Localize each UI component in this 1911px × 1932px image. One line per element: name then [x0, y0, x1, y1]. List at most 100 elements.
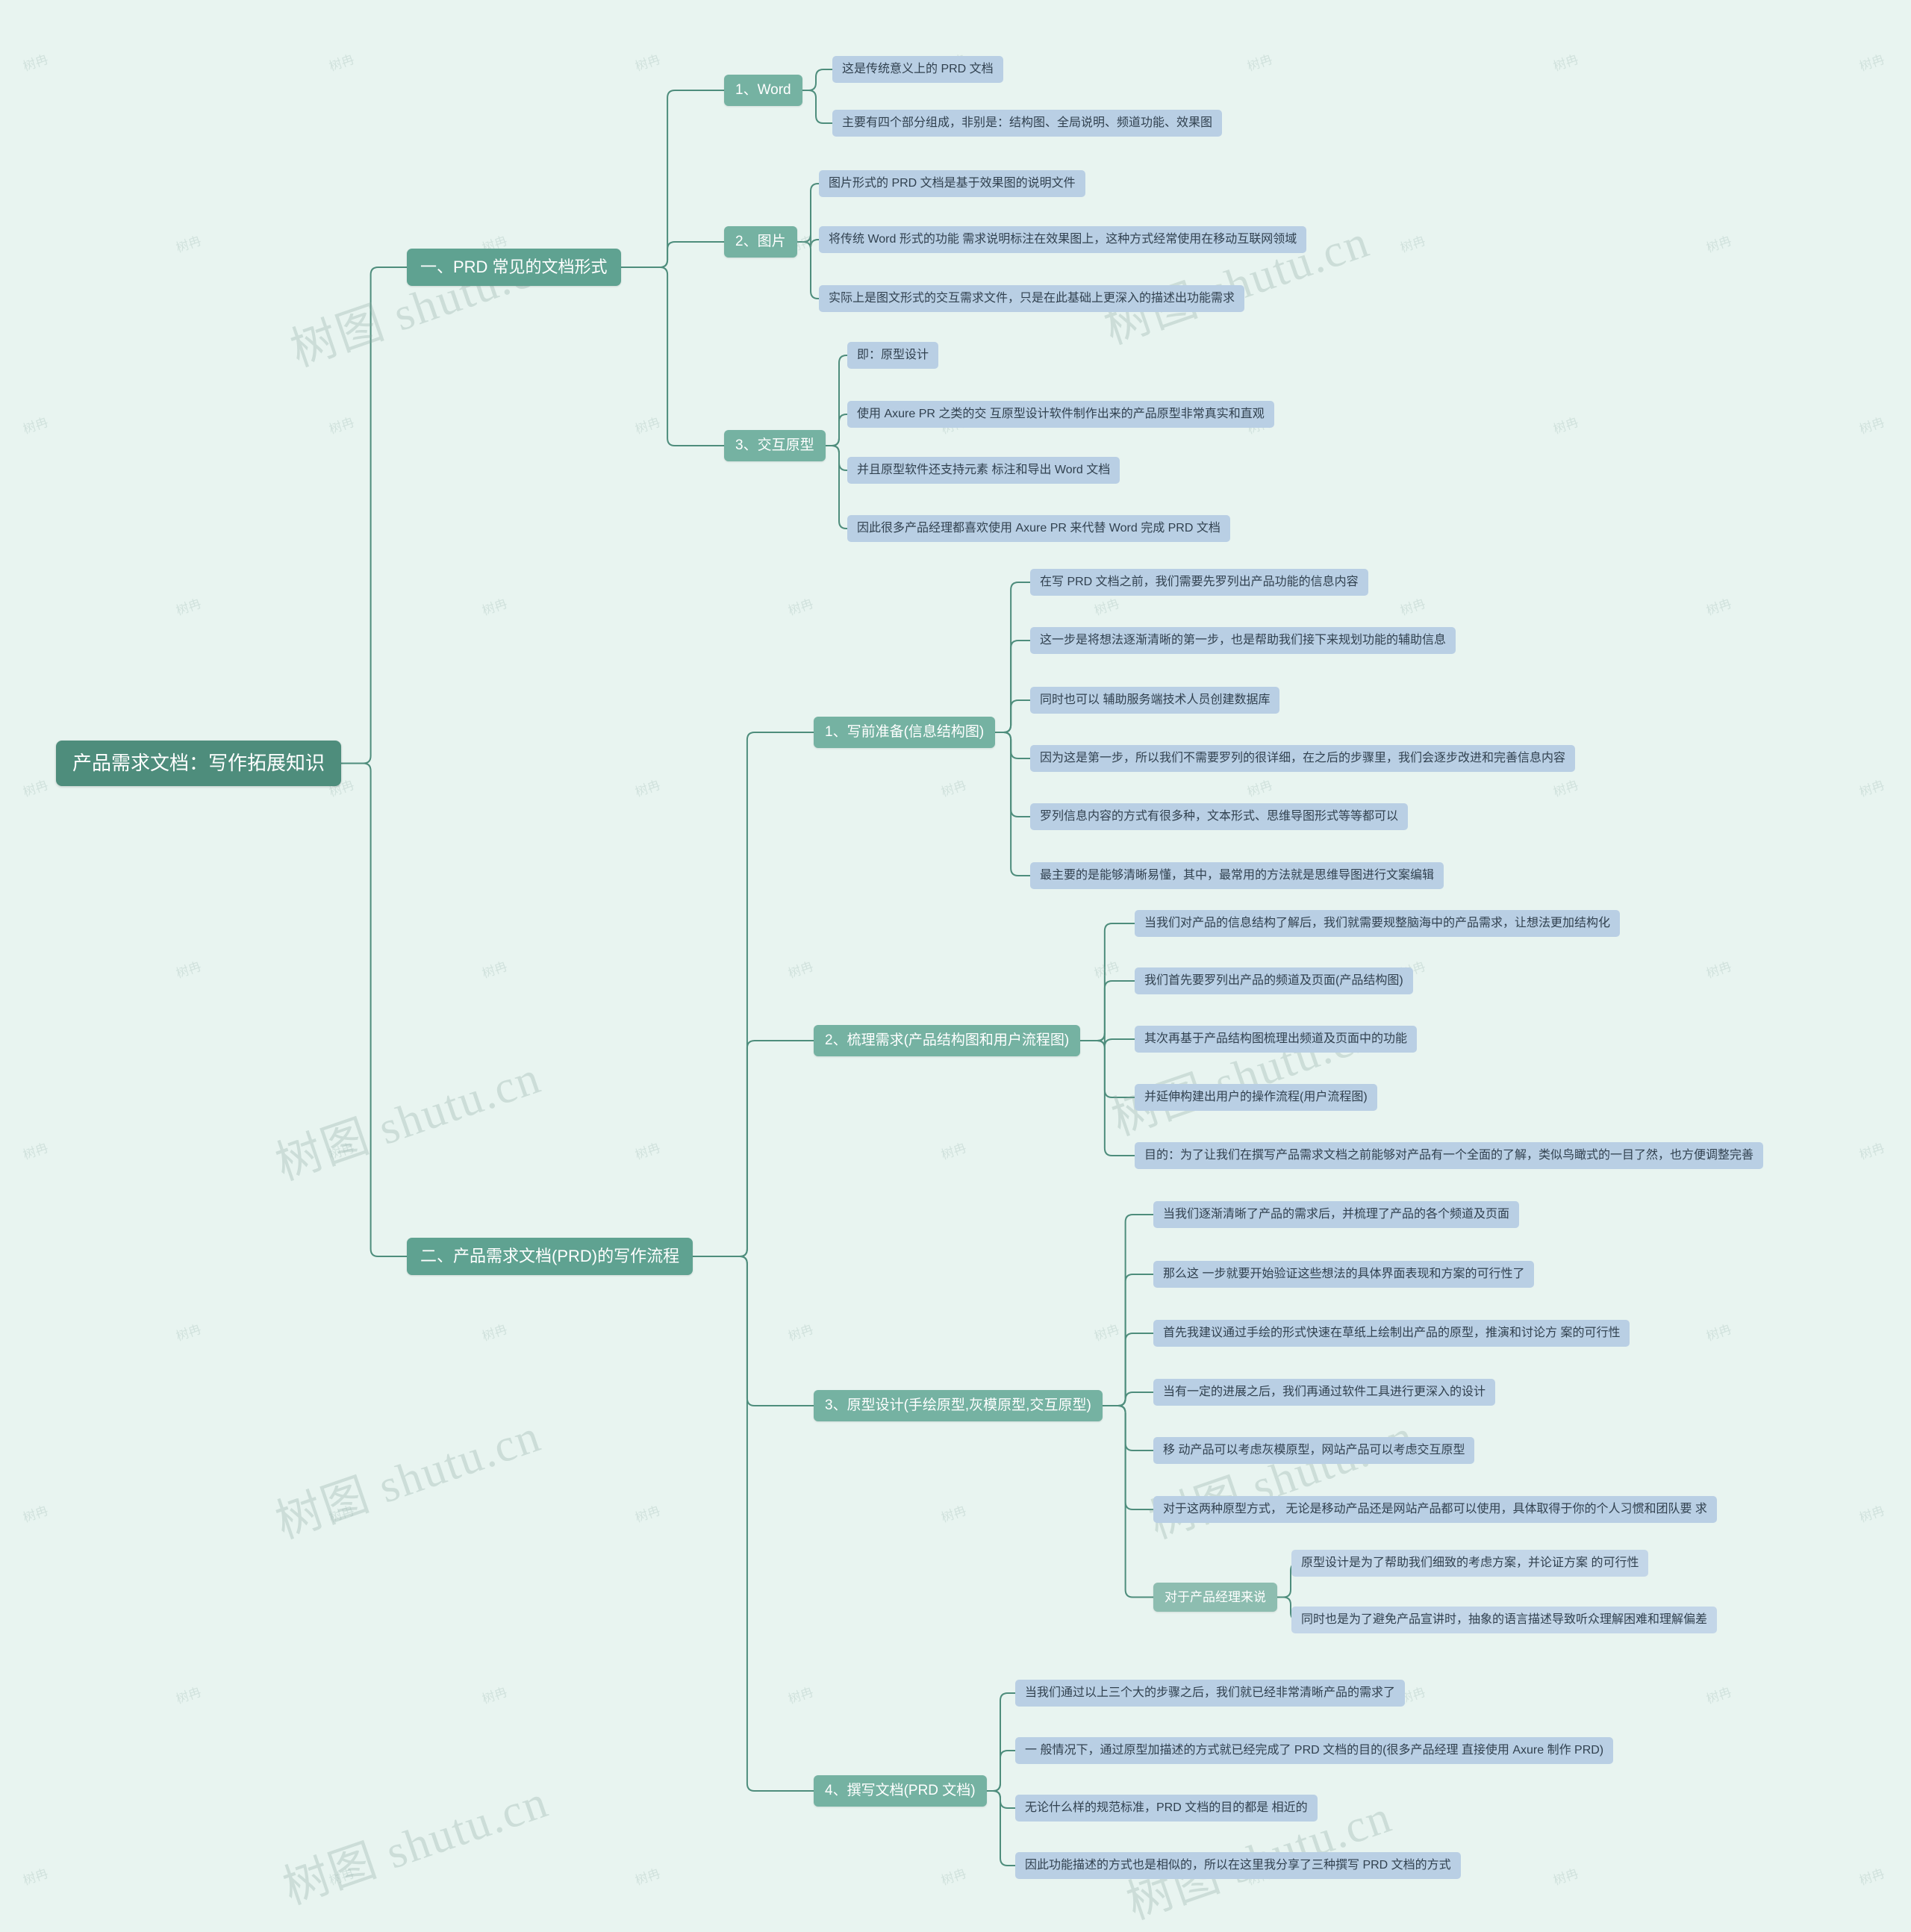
watermark-small: 树冉	[633, 414, 662, 437]
leaf-node[interactable]: 当我们逐渐清晰了产品的需求后，并梳理了产品的各个频道及页面	[1153, 1201, 1520, 1228]
watermark-small: 树冉	[480, 959, 509, 981]
leaf-node[interactable]: 当有一定的进展之后，我们再通过软件工具进行更深入的设计	[1153, 1379, 1496, 1406]
root-node[interactable]: 产品需求文档：写作拓展知识	[56, 741, 342, 786]
leaf-node[interactable]: 并延伸构建出用户的操作流程(用户流程图)	[1135, 1084, 1377, 1111]
leaf-node[interactable]: 这是传统意义上的 PRD 文档	[832, 56, 1003, 83]
leaf-node[interactable]: 因此功能描述的方式也是相似的，所以在这里我分享了三种撰写 PRD 文档的方式	[1015, 1852, 1461, 1879]
watermark-small: 树冉	[1092, 959, 1121, 981]
subbranch-node-1-1[interactable]: 1、Word	[724, 75, 802, 106]
watermark-small: 树冉	[939, 1866, 968, 1888]
leaf-node[interactable]: 我们首先要罗列出产品的频道及页面(产品结构图)	[1135, 967, 1413, 994]
watermark-small: 树冉	[1551, 777, 1580, 800]
watermark-small: 树冉	[633, 1140, 662, 1162]
watermark-small: 树冉	[1704, 233, 1733, 255]
leaf-node[interactable]: 一 般情况下，通过原型加描述的方式就已经完成了 PRD 文档的目的(很多产品经理…	[1015, 1737, 1614, 1764]
watermark-small: 树冉	[480, 596, 509, 618]
watermark-text: 树图 shutu.cn	[269, 1410, 548, 1548]
branch-node-1[interactable]: 一、PRD 常见的文档形式	[407, 249, 621, 286]
watermark-small: 树冉	[1704, 959, 1733, 981]
watermark-small: 树冉	[480, 1684, 509, 1707]
watermark-small: 树冉	[1704, 1684, 1733, 1707]
leaf-node[interactable]: 无论什么样的规范标准，PRD 文档的目的都是 相近的	[1015, 1795, 1318, 1822]
leaf-node[interactable]: 在写 PRD 文档之前，我们需要先罗列出产品功能的信息内容	[1030, 569, 1368, 596]
leaf-node[interactable]: 即：原型设计	[847, 342, 939, 369]
leaf-node[interactable]: 原型设计是为了帮助我们细致的考虑方案，并论证方案 的可行性	[1291, 1550, 1649, 1577]
watermark-small: 树冉	[21, 1503, 50, 1525]
leaf-node[interactable]: 因为这是第一步，所以我们不需要罗列的很详细，在之后的步骤里，我们会逐步改进和完善…	[1030, 745, 1576, 772]
leaf-node[interactable]: 使用 Axure PR 之类的交 互原型设计软件制作出来的产品原型非常真实和直观	[847, 401, 1274, 428]
watermark-small: 树冉	[1245, 777, 1274, 800]
leaf-node[interactable]: 同时也是为了避免产品宣讲时，抽象的语言描述导致听众理解困难和理解偏差	[1291, 1607, 1718, 1633]
watermark-small: 树冉	[21, 1140, 50, 1162]
watermark-text: 树图 shutu.cn	[1106, 1007, 1384, 1145]
leaf-node[interactable]: 当我们对产品的信息结构了解后，我们就需要规整脑海中的产品需求，让想法更加结构化	[1135, 910, 1621, 937]
watermark-small: 树冉	[1857, 1140, 1886, 1162]
watermark-small: 树冉	[1857, 52, 1886, 74]
watermark-small: 树冉	[21, 777, 50, 800]
watermark-small: 树冉	[786, 596, 815, 618]
leaf-node[interactable]: 目的：为了让我们在撰写产品需求文档之前能够对产品有一个全面的了解，类似鸟瞰式的一…	[1135, 1142, 1764, 1169]
subbranch-node-2-1[interactable]: 1、写前准备(信息结构图)	[814, 717, 996, 748]
watermark-small: 树冉	[327, 414, 356, 437]
watermark-text: 树图 shutu.cn	[277, 1776, 555, 1914]
watermark-small: 树冉	[633, 1503, 662, 1525]
watermark-small: 树冉	[174, 1684, 203, 1707]
leaf-node[interactable]: 当我们通过以上三个大的步骤之后，我们就已经非常清晰产品的需求了	[1015, 1680, 1406, 1707]
watermark-small: 树冉	[1857, 1503, 1886, 1525]
watermark-small: 树冉	[174, 959, 203, 981]
watermark-small: 树冉	[1857, 777, 1886, 800]
subbranch-node-1-3[interactable]: 3、交互原型	[724, 430, 826, 461]
watermark-small: 树冉	[21, 1866, 50, 1888]
watermark-small: 树冉	[939, 1503, 968, 1525]
subbranch-node-1-2[interactable]: 2、图片	[724, 226, 797, 258]
leaf-node[interactable]: 罗列信息内容的方式有很多种，文本形式、思维导图形式等等都可以	[1030, 803, 1409, 830]
watermark-text: 树图 shutu.cn	[269, 1052, 548, 1190]
leaf-node[interactable]: 其次再基于产品结构图梳理出频道及页面中的功能	[1135, 1026, 1418, 1053]
subbranch-node-2-2[interactable]: 2、梳理需求(产品结构图和用户流程图)	[814, 1025, 1081, 1056]
watermark-small: 树冉	[633, 1866, 662, 1888]
watermark-small: 树冉	[174, 596, 203, 618]
leaf-node[interactable]: 主要有四个部分组成，非别是：结构图、全局说明、频道功能、效果图	[832, 110, 1223, 137]
watermark-small: 树冉	[1857, 1866, 1886, 1888]
watermark-small: 树冉	[1704, 596, 1733, 618]
leaf-node[interactable]: 最主要的是能够清晰易懂，其中，最常用的方法就是思维导图进行文案编辑	[1030, 862, 1444, 889]
subbranch-node-2-3[interactable]: 3、原型设计(手绘原型,灰模原型,交互原型)	[814, 1390, 1103, 1421]
watermark-small: 树冉	[939, 1140, 968, 1162]
leaf-node[interactable]: 同时也可以 辅助服务端技术人员创建数据库	[1030, 687, 1280, 714]
watermark-small: 树冉	[480, 1321, 509, 1344]
leaf-node[interactable]: 那么这 一步就要开始验证这些想法的具体界面表现和方案的可行性了	[1153, 1261, 1535, 1288]
watermark-small: 树冉	[1245, 52, 1274, 74]
watermark-small: 树冉	[21, 414, 50, 437]
watermark-small: 树冉	[21, 52, 50, 74]
watermark-small: 树冉	[786, 959, 815, 981]
mindmap-canvas: 树图 shutu.cn 树图 shutu.cn 树图 shutu.cn 树图 shut…	[0, 0, 1911, 1929]
subbranch-node-2-4[interactable]: 4、撰写文档(PRD 文档)	[814, 1775, 987, 1807]
watermark-small: 树冉	[1857, 414, 1886, 437]
leaf-node[interactable]: 并且原型软件还支持元素 标注和导出 Word 文档	[847, 457, 1120, 484]
watermark-small: 树冉	[633, 52, 662, 74]
watermark-small: 树冉	[633, 777, 662, 800]
watermark-small: 树冉	[786, 1684, 815, 1707]
watermark-text: 树图 shutu.cn	[1143, 1410, 1421, 1548]
watermark-small: 树冉	[1092, 1321, 1121, 1344]
watermark-small: 树冉	[939, 777, 968, 800]
leaf-node[interactable]: 这一步是将想法逐渐清晰的第一步，也是帮助我们接下来规划功能的辅助信息	[1030, 627, 1456, 654]
watermark-small: 树冉	[1704, 1321, 1733, 1344]
watermark-small: 树冉	[174, 1321, 203, 1344]
branch-node-2[interactable]: 二、产品需求文档(PRD)的写作流程	[407, 1238, 693, 1275]
leaf-node[interactable]: 图片形式的 PRD 文档是基于效果图的说明文件	[819, 170, 1085, 197]
leaf-node[interactable]: 移 动产品可以考虑灰模原型，网站产品可以考虑交互原型	[1153, 1437, 1475, 1464]
watermark-small: 树冉	[1398, 233, 1427, 255]
watermark-small: 树冉	[1551, 1866, 1580, 1888]
leaf-node[interactable]: 实际上是图文形式的交互需求文件，只是在此基础上更深入的描述出功能需求	[819, 285, 1245, 312]
leaf-node[interactable]: 因此很多产品经理都喜欢使用 Axure PR 来代替 Word 完成 PRD 文…	[847, 515, 1230, 542]
watermark-small: 树冉	[1398, 596, 1427, 618]
watermark-small: 树冉	[1551, 52, 1580, 74]
watermark-small: 树冉	[1551, 414, 1580, 437]
leaf-node[interactable]: 将传统 Word 形式的功能 需求说明标注在效果图上，这种方式经常使用在移动互联…	[819, 226, 1307, 253]
leaf-node[interactable]: 首先我建议通过手绘的形式快速在草纸上绘制出产品的原型，推演和讨论方 案的可行性	[1153, 1320, 1630, 1347]
subbranch-group-node[interactable]: 对于产品经理来说	[1153, 1583, 1277, 1612]
leaf-node[interactable]: 对于这两种原型方式， 无论是移动产品还是网站产品都可以使用，具体取得于你的个人习…	[1153, 1496, 1717, 1523]
watermark-small: 树冉	[327, 52, 356, 74]
watermark-small: 树冉	[174, 233, 203, 255]
